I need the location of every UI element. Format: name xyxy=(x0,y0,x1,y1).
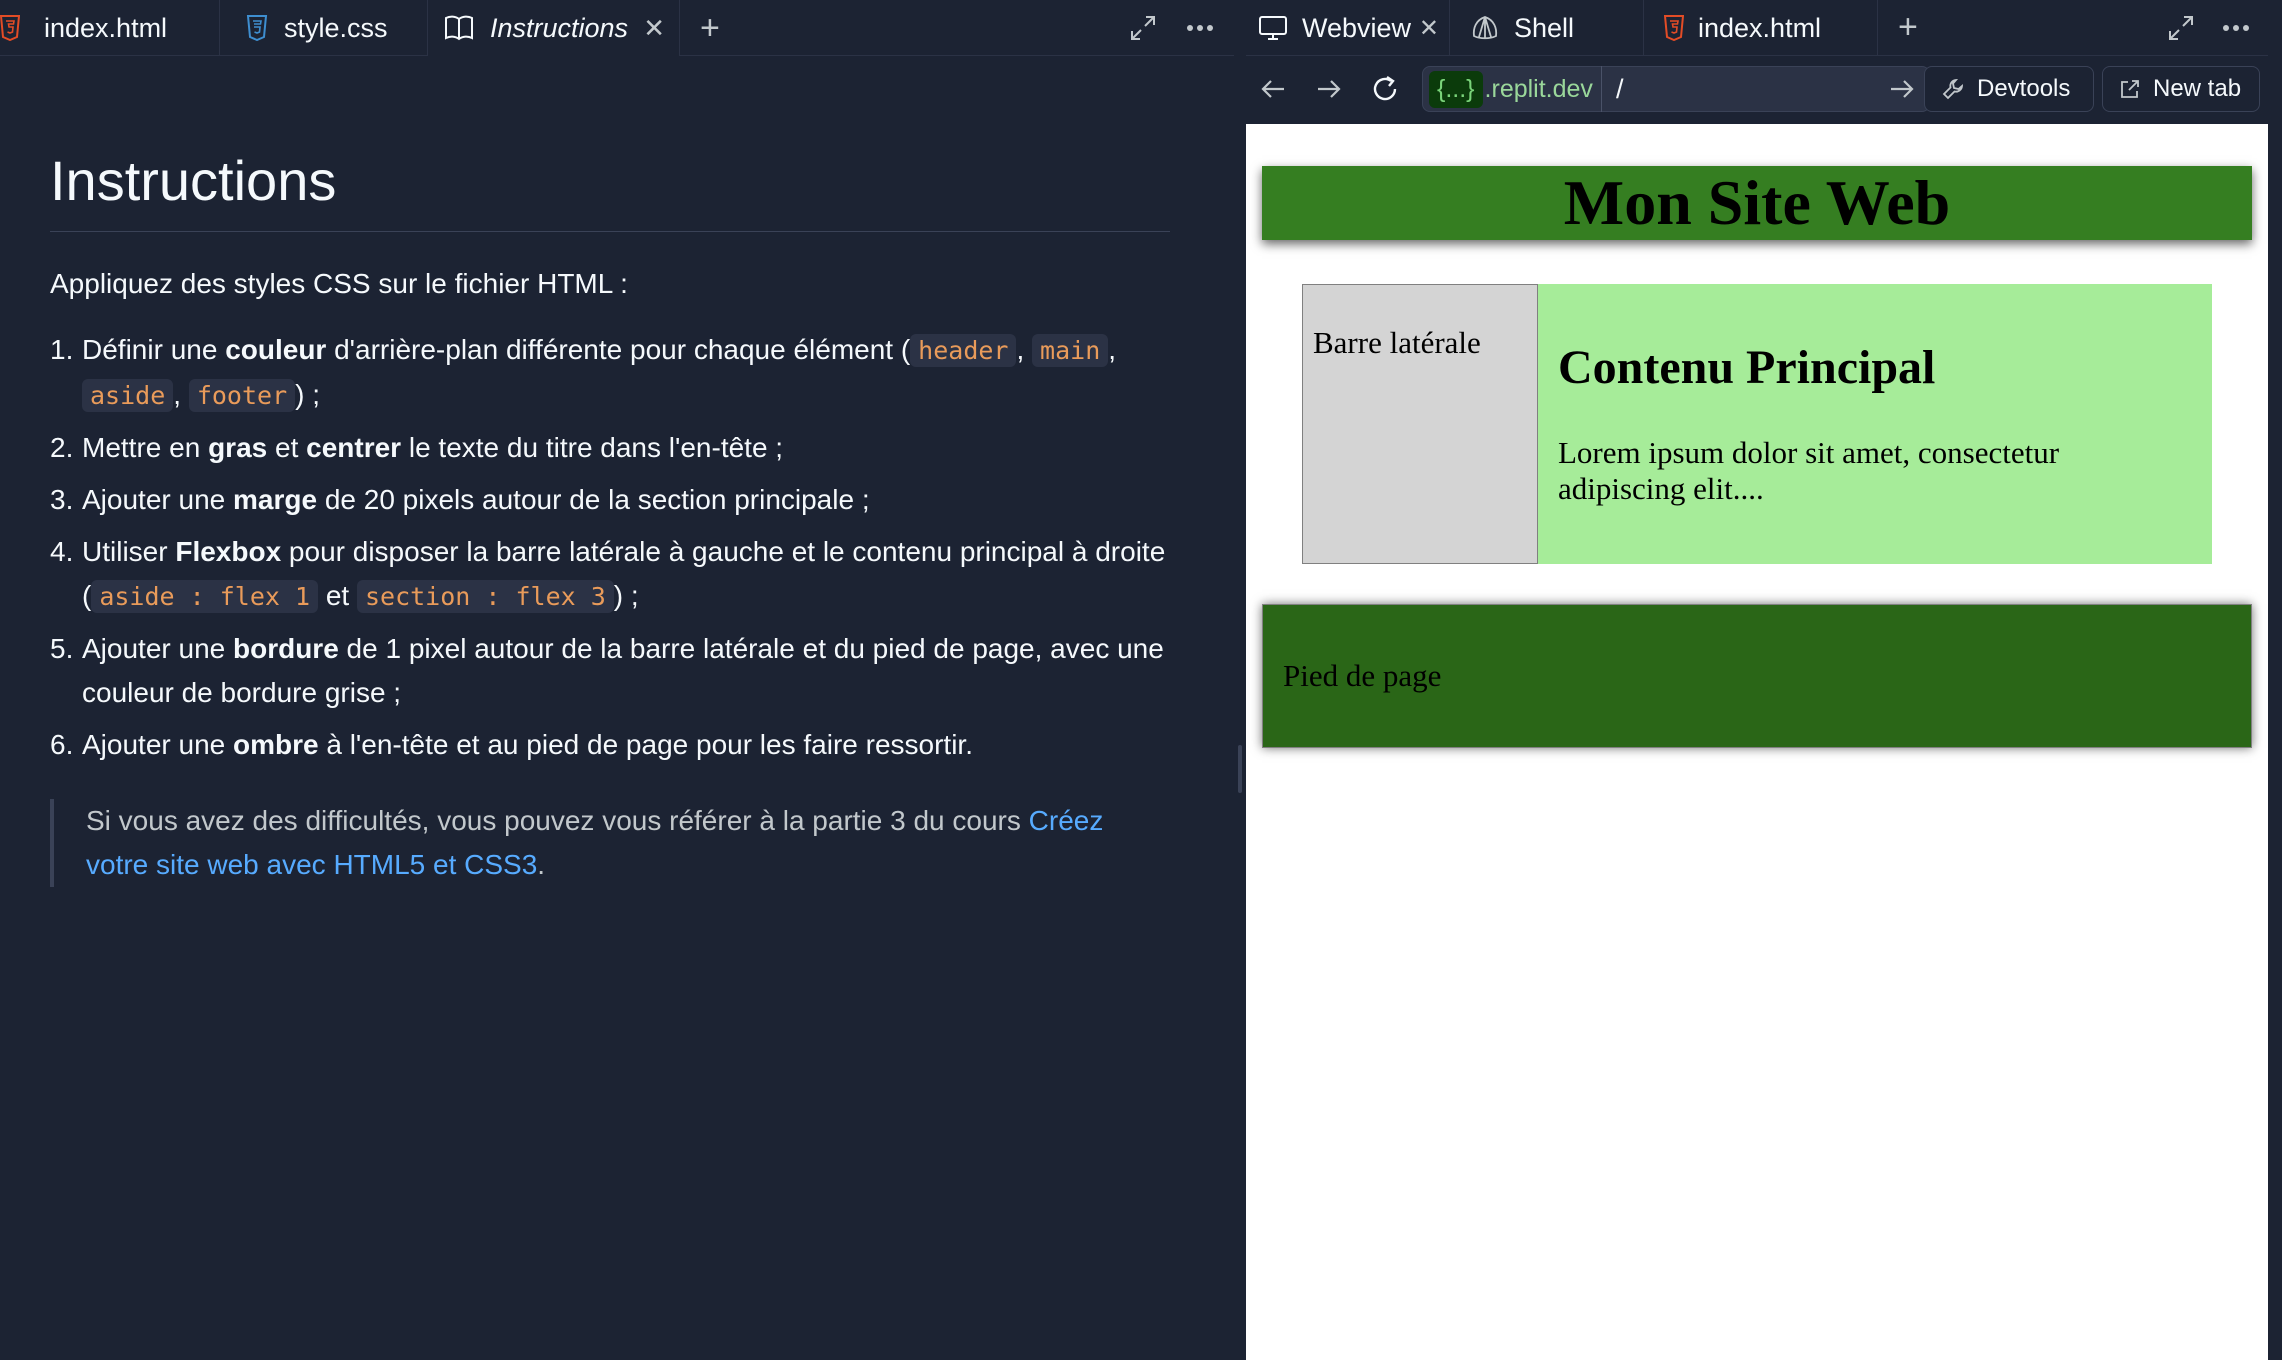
url-domain: .replit.dev xyxy=(1483,66,1602,112)
list-item: 1. Définir une couleur d'arrière-plan di… xyxy=(50,334,1117,412)
code-snippet: section : flex 3 xyxy=(356,580,614,613)
webview-frame[interactable]: Mon Site Web Barre latérale Contenu Prin… xyxy=(1246,124,2268,1360)
browser-toolbar: {...} .replit.dev / Devtools New tab xyxy=(1246,56,2268,124)
external-link-icon xyxy=(2119,78,2141,100)
help-note: Si vous avez des difficultés, vous pouve… xyxy=(50,799,1120,887)
add-tab-icon[interactable]: + xyxy=(1878,0,1938,55)
page-title: Instructions xyxy=(50,148,1170,232)
list-item: 4. Utiliser Flexbox pour disposer la bar… xyxy=(50,536,1166,613)
html5-icon xyxy=(0,15,20,41)
code-snippet: aside xyxy=(82,379,174,412)
site-title: Mon Site Web xyxy=(1563,167,1951,238)
tab-webview[interactable]: Webview ✕ xyxy=(1246,0,1450,56)
monitor-icon xyxy=(1258,15,1288,41)
section-text: Lorem ipsum dolor sit amet, consectetur … xyxy=(1558,435,2060,506)
wrench-icon xyxy=(1941,77,1965,101)
site-main: Barre latérale Contenu Principal Lorem i… xyxy=(1302,284,2212,564)
expand-icon[interactable] xyxy=(2166,0,2196,56)
list-item: 2. Mettre en gras et centrer le texte du… xyxy=(50,432,784,463)
url-bar[interactable]: {...} .replit.dev / xyxy=(1422,66,1930,112)
instructions-pane: index.html style.css Instructions ✕ + In… xyxy=(0,0,1234,1360)
close-icon[interactable]: ✕ xyxy=(1419,14,1439,43)
more-options-icon[interactable] xyxy=(2222,0,2250,56)
go-arrow-icon[interactable] xyxy=(1889,78,1915,100)
reload-icon[interactable] xyxy=(1358,62,1412,116)
code-snippet: aside : flex 1 xyxy=(91,580,319,613)
tab-index-html-right[interactable]: index.html xyxy=(1644,0,1878,56)
code-snippet: main xyxy=(1032,334,1109,367)
section-title: Contenu Principal xyxy=(1558,341,1936,394)
left-tabbar: index.html style.css Instructions ✕ + xyxy=(0,0,740,56)
url-path-input[interactable]: / xyxy=(1616,74,1889,105)
tab-index-html[interactable]: index.html xyxy=(0,0,220,56)
tab-instructions[interactable]: Instructions ✕ xyxy=(428,0,680,56)
devtools-button[interactable]: Devtools xyxy=(1924,66,2094,112)
tab-style-css[interactable]: style.css xyxy=(220,0,428,56)
steps-list: 1. Définir une couleur d'arrière-plan di… xyxy=(50,328,1170,767)
back-arrow-icon[interactable] xyxy=(1246,62,1300,116)
pane-divider[interactable] xyxy=(1234,0,1246,1360)
css3-icon xyxy=(246,15,268,41)
tab-label: index.html xyxy=(1698,12,1822,43)
new-tab-button[interactable]: New tab xyxy=(2102,66,2260,112)
tab-label: index.html xyxy=(44,12,168,43)
more-options-icon[interactable] xyxy=(1186,0,1214,56)
tab-label: Webview xyxy=(1302,12,1412,43)
add-tab-icon[interactable]: + xyxy=(680,0,740,56)
expand-icon[interactable] xyxy=(1128,0,1158,56)
list-item: 3. Ajouter une marge de 20 pixels autour… xyxy=(50,484,870,515)
html5-icon xyxy=(1664,15,1684,41)
list-item: 6. Ajouter une ombre à l'en-tête et au p… xyxy=(50,729,973,760)
site-aside: Barre latérale xyxy=(1302,284,1538,564)
list-item: 5. Ajouter une bordure de 1 pixel autour… xyxy=(50,633,1164,708)
tab-label: Instructions xyxy=(490,12,629,43)
host-badge: {...} xyxy=(1429,70,1483,108)
code-snippet: footer xyxy=(188,379,296,412)
tab-label: Shell xyxy=(1514,12,1575,43)
book-icon xyxy=(444,15,474,41)
right-tabbar: Webview ✕ Shell index.html + xyxy=(1246,0,2268,56)
webview-pane: Webview ✕ Shell index.html + {...} .repl… xyxy=(1246,0,2268,1360)
site-section: Contenu Principal Lorem ipsum dolor sit … xyxy=(1538,284,2212,564)
window-edge xyxy=(2268,0,2282,1360)
code-snippet: header xyxy=(910,334,1017,367)
forward-arrow-icon[interactable] xyxy=(1302,62,1356,116)
site-footer: Pied de page xyxy=(1262,604,2252,748)
site-header: Mon Site Web xyxy=(1262,166,2252,240)
tab-label: style.css xyxy=(284,12,388,43)
instructions-content: Instructions Appliquez des styles CSS su… xyxy=(50,148,1170,887)
tab-shell[interactable]: Shell xyxy=(1450,0,1644,56)
intro-text: Appliquez des styles CSS sur le fichier … xyxy=(50,268,628,299)
divider-grip[interactable] xyxy=(1238,745,1242,793)
shell-icon xyxy=(1470,14,1500,42)
close-icon[interactable]: ✕ xyxy=(643,13,665,44)
